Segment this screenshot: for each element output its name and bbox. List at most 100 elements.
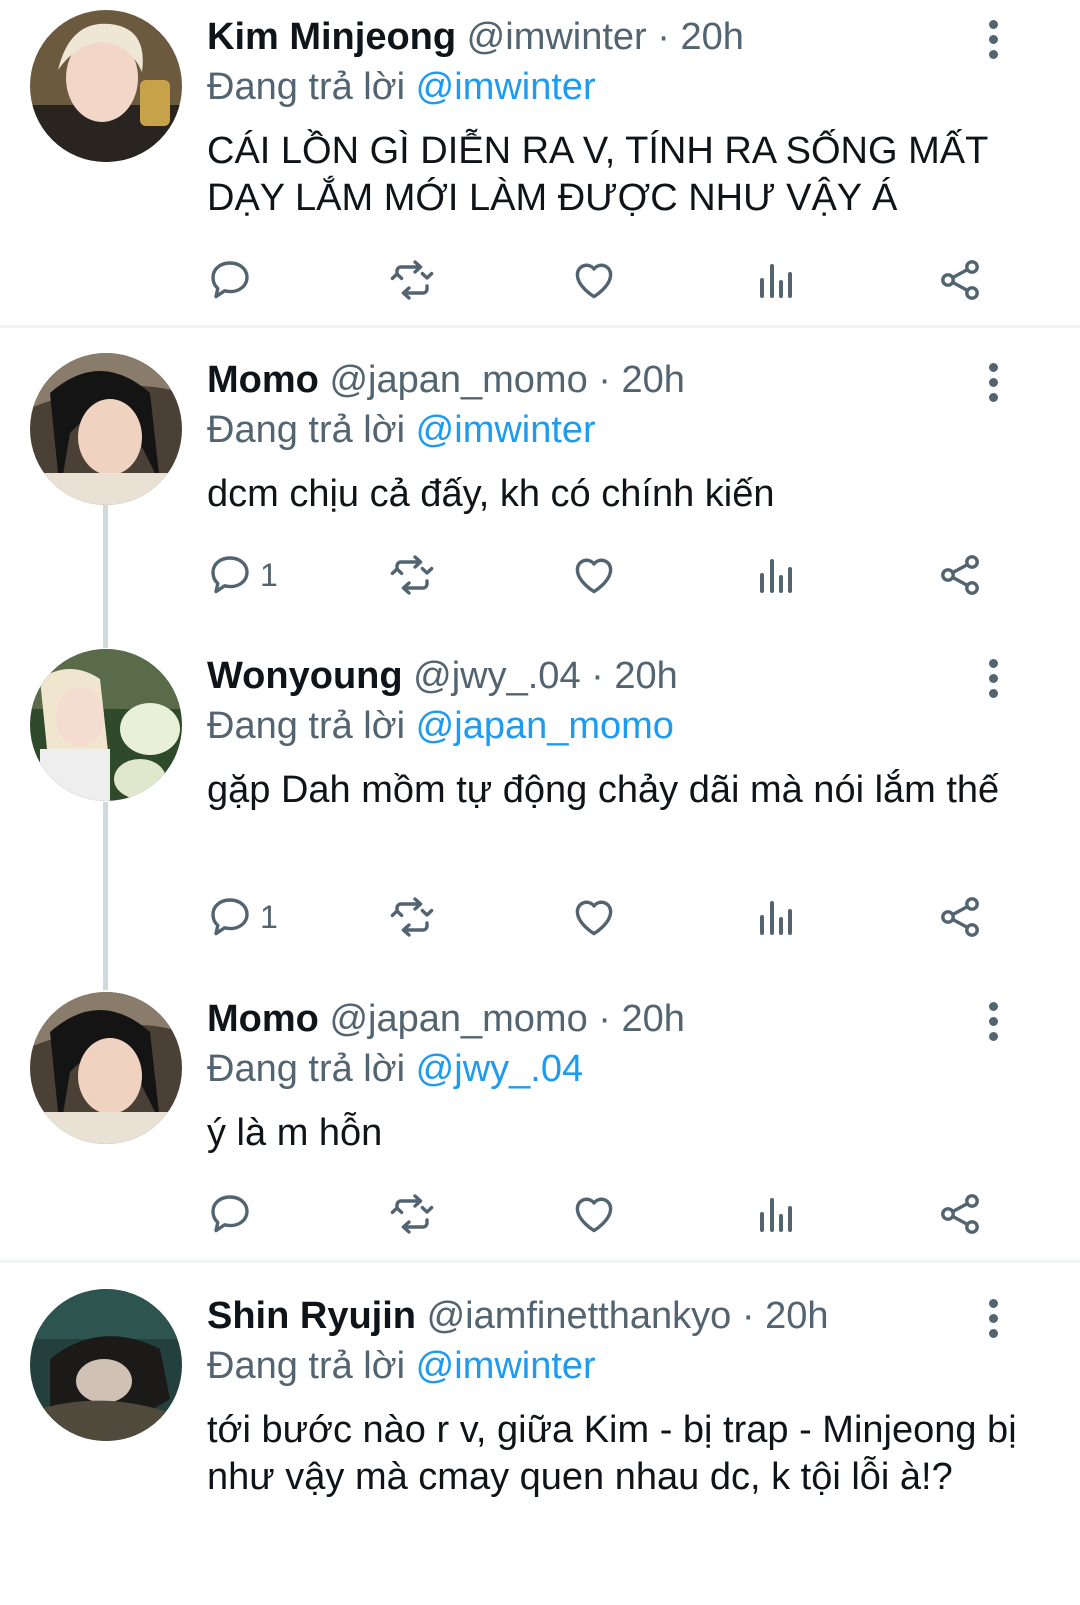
- user-handle[interactable]: @japan_momo: [329, 998, 587, 1040]
- tweet[interactable]: Kim Minjeong @imwinter · 20h Đang trả lờ…: [0, 0, 1080, 328]
- tweet-header: Shin Ryujin @iamfinetthankyo · 20h: [207, 1293, 828, 1339]
- share-button[interactable]: [936, 1184, 984, 1244]
- retweet-icon: [388, 551, 436, 599]
- reply-icon: [206, 551, 254, 599]
- avatar[interactable]: [30, 353, 182, 505]
- user-handle[interactable]: @iamfinetthankyo: [427, 1295, 732, 1337]
- display-name[interactable]: Wonyoung: [207, 655, 403, 697]
- views-icon: [752, 1190, 800, 1238]
- reply-count: 1: [260, 556, 278, 593]
- views-icon: [752, 893, 800, 941]
- more-icon[interactable]: [970, 357, 1016, 407]
- views-icon: [752, 551, 800, 599]
- views-button[interactable]: [752, 1184, 800, 1244]
- reply-button[interactable]: [206, 1184, 260, 1244]
- tweet-header: Momo @japan_momo · 20h: [207, 357, 685, 403]
- user-handle[interactable]: @imwinter: [467, 16, 647, 58]
- share-icon: [936, 893, 984, 941]
- display-name[interactable]: Momo: [207, 359, 319, 401]
- avatar[interactable]: [30, 992, 182, 1144]
- reply-button[interactable]: 1: [206, 887, 278, 947]
- timestamp[interactable]: 20h: [621, 998, 684, 1040]
- reply-mention-link[interactable]: @imwinter: [416, 66, 596, 108]
- more-icon[interactable]: [970, 653, 1016, 703]
- like-button[interactable]: [570, 250, 618, 310]
- reply-mention-link[interactable]: @japan_momo: [416, 705, 674, 747]
- display-name[interactable]: Shin Ryujin: [207, 1295, 416, 1337]
- reply-mention-link[interactable]: @imwinter: [416, 1345, 596, 1387]
- action-bar: 1: [0, 887, 1080, 947]
- tweet-text: ý là m hỗn: [207, 1112, 383, 1154]
- like-button[interactable]: [570, 545, 618, 605]
- separator: ·: [598, 998, 611, 1040]
- tweet-text: CÁI LỒN GÌ DIỄN RA V, TÍNH RA SỐNG MẤT D…: [207, 130, 988, 219]
- display-name[interactable]: Kim Minjeong: [207, 16, 456, 58]
- like-icon: [570, 1190, 618, 1238]
- tweet-text: gặp Dah mồm tự động chảy dãi mà nói lắm …: [207, 769, 1000, 811]
- action-bar: 1: [0, 545, 1080, 605]
- share-button[interactable]: [936, 887, 984, 947]
- more-icon[interactable]: [970, 1293, 1016, 1343]
- reply-context: Đang trả lời @imwinter: [207, 64, 596, 110]
- more-icon[interactable]: [970, 14, 1016, 64]
- action-bar: [0, 250, 1080, 310]
- share-icon: [936, 1190, 984, 1238]
- views-button[interactable]: [752, 545, 800, 605]
- share-button[interactable]: [936, 250, 984, 310]
- user-handle[interactable]: @jwy_.04: [413, 655, 580, 697]
- reply-prefix: Đang trả lời: [207, 409, 406, 451]
- more-icon[interactable]: [970, 996, 1016, 1046]
- timestamp[interactable]: 20h: [681, 16, 744, 58]
- reply-icon: [206, 893, 254, 941]
- reply-button[interactable]: [206, 250, 260, 310]
- action-bar: [0, 1184, 1080, 1244]
- tweet[interactable]: Shin Ryujin @iamfinetthankyo · 20h Đang …: [0, 1279, 1080, 1605]
- tweet[interactable]: Momo @japan_momo · 20h Đang trả lời @imw…: [0, 343, 1080, 643]
- tweet[interactable]: Momo @japan_momo · 20h Đang trả lời @jwy…: [0, 982, 1080, 1262]
- reply-mention-link[interactable]: @jwy_.04: [416, 1048, 583, 1090]
- timestamp[interactable]: 20h: [765, 1295, 828, 1337]
- timestamp[interactable]: 20h: [621, 359, 684, 401]
- like-button[interactable]: [570, 887, 618, 947]
- retweet-button[interactable]: [388, 545, 436, 605]
- display-name[interactable]: Momo: [207, 998, 319, 1040]
- tweet-header: Momo @japan_momo · 20h: [207, 996, 685, 1042]
- tweet-text: dcm chịu cả đấy, kh có chính kiến: [207, 473, 775, 515]
- reply-icon: [206, 1190, 254, 1238]
- like-icon: [570, 893, 618, 941]
- reply-mention-link[interactable]: @imwinter: [416, 409, 596, 451]
- separator: ·: [657, 16, 670, 58]
- views-button[interactable]: [752, 887, 800, 947]
- retweet-icon: [388, 1190, 436, 1238]
- views-icon: [752, 256, 800, 304]
- reply-prefix: Đang trả lời: [207, 1345, 406, 1387]
- reply-prefix: Đang trả lời: [207, 66, 406, 108]
- user-handle[interactable]: @japan_momo: [329, 359, 587, 401]
- avatar[interactable]: [30, 10, 182, 162]
- separator: ·: [598, 359, 611, 401]
- reply-button[interactable]: 1: [206, 545, 278, 605]
- reply-count: 1: [260, 898, 278, 935]
- tweet-header: Kim Minjeong @imwinter · 20h: [207, 14, 744, 60]
- timestamp[interactable]: 20h: [614, 655, 677, 697]
- reply-context: Đang trả lời @jwy_.04: [207, 1046, 583, 1092]
- retweet-button[interactable]: [388, 887, 436, 947]
- tweet-text: tới bước nào r v, giữa Kim - bị trap - M…: [207, 1409, 1017, 1498]
- like-button[interactable]: [570, 1184, 618, 1244]
- retweet-button[interactable]: [388, 1184, 436, 1244]
- retweet-icon: [388, 256, 436, 304]
- views-button[interactable]: [752, 250, 800, 310]
- like-icon: [570, 256, 618, 304]
- reply-icon: [206, 256, 254, 304]
- share-icon: [936, 256, 984, 304]
- share-button[interactable]: [936, 545, 984, 605]
- separator: ·: [591, 655, 604, 697]
- avatar[interactable]: [30, 649, 182, 801]
- avatar[interactable]: [30, 1289, 182, 1441]
- retweet-button[interactable]: [388, 250, 436, 310]
- retweet-icon: [388, 893, 436, 941]
- reply-context: Đang trả lời @imwinter: [207, 407, 596, 453]
- like-icon: [570, 551, 618, 599]
- tweet[interactable]: Wonyoung @jwy_.04 · 20h Đang trả lời @ja…: [0, 639, 1080, 984]
- reply-context: Đang trả lời @japan_momo: [207, 703, 674, 749]
